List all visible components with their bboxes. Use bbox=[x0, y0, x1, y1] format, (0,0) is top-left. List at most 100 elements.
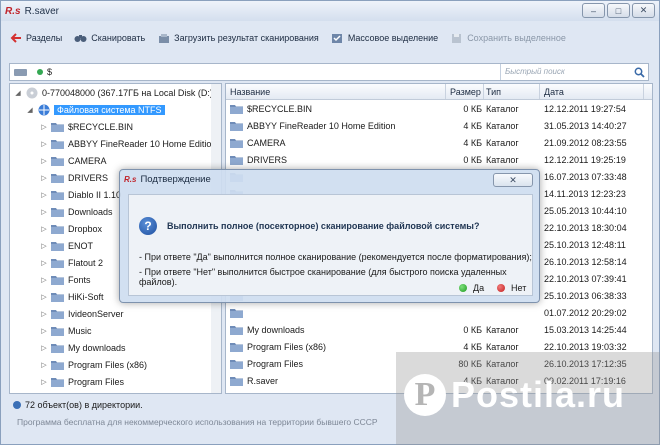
header-size[interactable]: Размер bbox=[446, 84, 484, 99]
folder-icon bbox=[51, 206, 64, 217]
cell-date: 25.05.2013 10:44:10 bbox=[544, 205, 627, 216]
tree-item[interactable]: ▷ IvideonServer bbox=[10, 305, 221, 322]
tree-item[interactable]: ▷ Program Files (x86) bbox=[10, 356, 221, 373]
expand-icon[interactable]: ▷ bbox=[40, 123, 48, 131]
binoculars-icon bbox=[74, 33, 87, 44]
app-title: R.saver bbox=[24, 5, 60, 17]
tree-item-label: $RECYCLE.BIN bbox=[68, 121, 134, 132]
load-scan-button[interactable]: Загрузить результат сканирования bbox=[153, 28, 325, 48]
expand-icon[interactable]: ▷ bbox=[40, 208, 48, 216]
table-row[interactable]: DRIVERS 0 КБ Каталог 12.12.2011 19:25:19 bbox=[226, 151, 652, 168]
window-controls: – □ ✕ bbox=[580, 3, 655, 18]
tree-item[interactable]: ▷ $RECYCLE.BIN bbox=[10, 118, 221, 135]
table-row[interactable]: 01.07.2012 20:29:02 bbox=[226, 304, 652, 321]
tree-disk[interactable]: ◢ 0-770048000 (367.17ГБ на Local Disk (D… bbox=[10, 84, 221, 101]
tree-item-label: ENOT bbox=[68, 240, 94, 251]
confirm-dialog: R.s Подтверждение ✕ ? Выполнить полное (… bbox=[119, 169, 540, 303]
expand-icon[interactable]: ▷ bbox=[40, 378, 48, 386]
no-red-dot-icon bbox=[497, 284, 505, 292]
folder-icon bbox=[51, 393, 64, 394]
scan-button[interactable]: Сканировать bbox=[70, 28, 151, 48]
folder-icon bbox=[51, 155, 64, 166]
quick-search-input[interactable]: Быстрый поиск bbox=[500, 64, 628, 80]
header-date[interactable]: Дата bbox=[540, 84, 644, 99]
tree-item[interactable]: ▷ Program Files bbox=[10, 373, 221, 390]
cell-type: Каталог bbox=[486, 120, 519, 131]
tree-item-label: R.saver bbox=[68, 394, 99, 395]
expand-icon[interactable]: ▷ bbox=[40, 157, 48, 165]
filesystem-icon bbox=[37, 104, 50, 115]
cell-date: 26.10.2013 12:58:14 bbox=[544, 256, 627, 267]
tree-item[interactable]: ▷ My downloads bbox=[10, 339, 221, 356]
cell-name: $RECYCLE.BIN bbox=[226, 103, 446, 114]
cell-name-text: DRIVERS bbox=[247, 154, 288, 165]
expand-icon[interactable]: ▷ bbox=[40, 174, 48, 182]
expand-icon[interactable]: ▷ bbox=[40, 259, 48, 267]
folder-icon bbox=[51, 308, 64, 319]
no-button[interactable]: Нет bbox=[497, 283, 526, 293]
cell-type: Каталог bbox=[486, 324, 519, 335]
header-name[interactable]: Название bbox=[226, 84, 446, 99]
tree-item[interactable]: ▷ Music bbox=[10, 322, 221, 339]
cell-date: 12.12.2011 19:27:54 bbox=[544, 103, 626, 114]
expand-icon[interactable]: ▷ bbox=[40, 344, 48, 352]
expand-icon[interactable]: ▷ bbox=[40, 191, 48, 199]
expand-icon[interactable]: ▷ bbox=[40, 327, 48, 335]
dialog-body: ? Выполнить полное (посекторное) сканиро… bbox=[128, 194, 533, 296]
table-row[interactable]: CAMERA 4 КБ Каталог 21.09.2012 08:23:55 bbox=[226, 134, 652, 151]
tree-item-label: DRIVERS bbox=[68, 172, 109, 183]
tree-item-label: My downloads bbox=[68, 342, 126, 353]
table-row[interactable]: $RECYCLE.BIN 0 КБ Каталог 12.12.2011 19:27:… bbox=[226, 100, 652, 117]
cell-type: Каталог bbox=[486, 137, 519, 148]
folder-icon bbox=[51, 223, 64, 234]
table-row[interactable]: My downloads 0 КБ Каталог 15.03.2013 14:25:… bbox=[226, 321, 652, 338]
cell-name-text: Program Files bbox=[247, 358, 304, 369]
folder-icon bbox=[51, 240, 64, 251]
expand-icon[interactable]: ▷ bbox=[40, 242, 48, 250]
folder-icon bbox=[51, 325, 64, 336]
mass-select-button[interactable]: Массовое выделение bbox=[327, 28, 444, 48]
tree-item[interactable]: ▷R.saver bbox=[10, 390, 221, 395]
cell-size: 4 КБ bbox=[463, 137, 482, 148]
tree-item-label: CAMERA bbox=[68, 155, 107, 166]
expand-icon[interactable]: ▷ bbox=[40, 310, 48, 318]
tree-item[interactable]: ▷ ABBYY FineReader 10 Home Edition bbox=[10, 135, 221, 152]
expand-icon[interactable]: ▷ bbox=[40, 361, 48, 369]
cell-date: 22.10.2013 19:03:32 bbox=[544, 341, 627, 352]
expand-icon[interactable]: ▷ bbox=[40, 225, 48, 233]
partitions-button[interactable]: Разделы bbox=[5, 28, 68, 48]
folder-icon bbox=[51, 257, 64, 268]
expand-icon[interactable]: ▷ bbox=[40, 276, 48, 284]
cell-date: 01.07.2012 20:29:02 bbox=[544, 307, 627, 318]
status-dot-icon bbox=[37, 69, 43, 75]
dialog-close-button[interactable]: ✕ bbox=[493, 173, 533, 187]
tree-item-label: Fonts bbox=[68, 274, 91, 285]
cell-size: 0 КБ bbox=[463, 154, 482, 165]
header-type[interactable]: Тип bbox=[484, 84, 540, 99]
tree-filesystem[interactable]: ◢ Файловая система NTFS bbox=[10, 101, 221, 118]
cell-date: 15.03.2013 14:25:44 bbox=[544, 324, 627, 335]
cell-name-text: Radiotochka bbox=[247, 393, 297, 394]
expand-icon[interactable]: ▷ bbox=[40, 140, 48, 148]
maximize-button[interactable]: □ bbox=[607, 3, 630, 18]
expand-icon[interactable]: ▷ bbox=[40, 293, 48, 301]
cell-type: Каталог bbox=[486, 103, 519, 114]
tree-item-label: Program Files (x86) bbox=[68, 359, 148, 370]
close-button[interactable]: ✕ bbox=[632, 3, 655, 18]
yes-button[interactable]: Да bbox=[459, 283, 484, 293]
cell-size: 4 КБ bbox=[463, 120, 482, 131]
watermark-text: Postila.ru bbox=[451, 374, 626, 415]
collapse-icon[interactable]: ◢ bbox=[14, 89, 22, 97]
tree-item[interactable]: ▷ CAMERA bbox=[10, 152, 221, 169]
cell-name: Program Files (x86) bbox=[226, 341, 446, 352]
save-selected-label: Сохранить выделенное bbox=[467, 33, 566, 43]
save-selected-button[interactable]: Сохранить выделенное bbox=[446, 28, 572, 48]
search-icon[interactable] bbox=[632, 65, 646, 79]
collapse-icon[interactable]: ◢ bbox=[26, 106, 34, 114]
folder-icon bbox=[51, 291, 64, 302]
folder-icon bbox=[230, 103, 243, 114]
cell-date: 16.07.2013 07:33:48 bbox=[544, 171, 627, 182]
cell-name-text: Program Files (x86) bbox=[247, 341, 327, 352]
minimize-button[interactable]: – bbox=[582, 3, 605, 18]
table-row[interactable]: ABBYY FineReader 10 Home Edition 4 КБ Ката… bbox=[226, 117, 652, 134]
